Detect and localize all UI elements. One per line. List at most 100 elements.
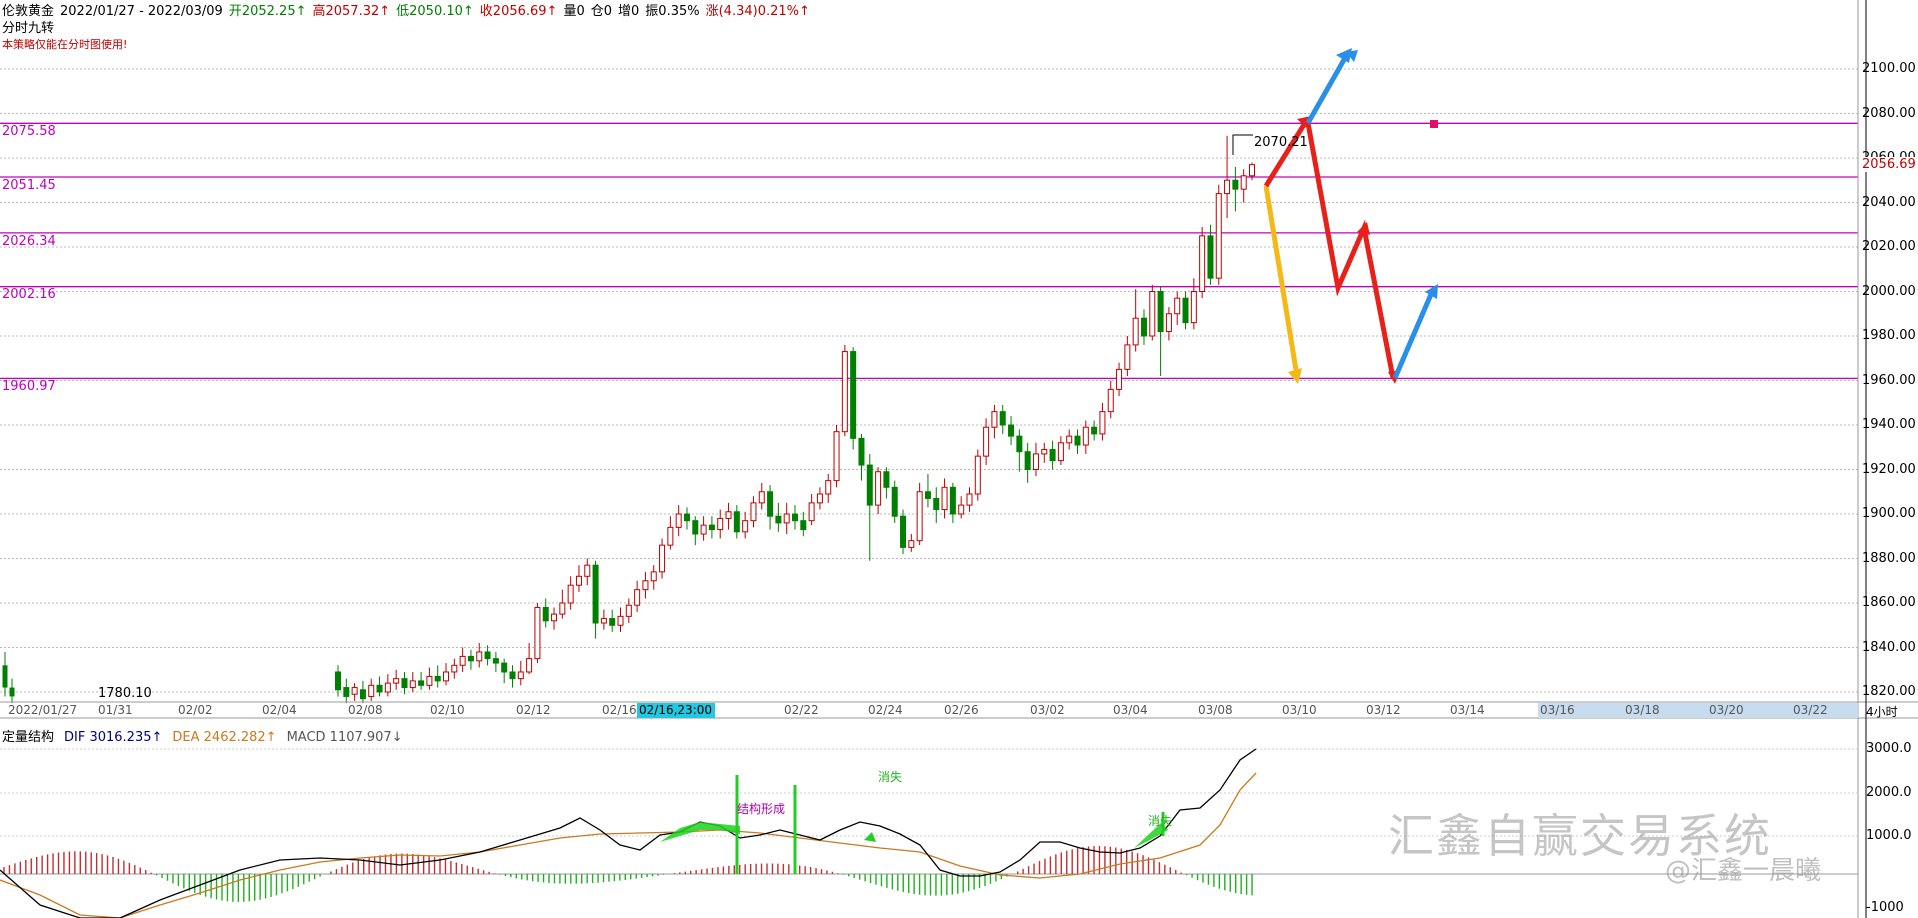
candle-body (725, 511, 732, 519)
candle-body (875, 471, 882, 506)
x-tick-label: 03/16 (1540, 703, 1575, 717)
x-tick-label: 03/20 (1709, 703, 1744, 717)
candle-body (517, 671, 524, 680)
candle-body (1049, 448, 1056, 462)
candle-body (600, 618, 607, 624)
candle-body (1157, 291, 1164, 333)
x-tick-label: 2022/01/27 (8, 703, 78, 717)
pink-marker (1430, 120, 1438, 128)
price-chart[interactable] (0, 0, 1918, 918)
yellow-arrowhead (1288, 368, 1302, 384)
candle-body (816, 493, 823, 504)
candle-body (924, 491, 931, 499)
candles (2, 135, 1255, 704)
candle-body (418, 680, 425, 686)
y-tick-label: 2020.00 (1862, 239, 1916, 254)
low-price-label: 1780.10 (98, 686, 152, 701)
x-tick-label: 02/16 (602, 703, 637, 717)
candle-body (850, 351, 857, 439)
candle-body (692, 520, 699, 535)
y-tick-label: 1940.00 (1862, 417, 1916, 432)
macd-y-3000: 3000.0 (1866, 741, 1912, 756)
candle-body (708, 524, 715, 531)
candle-body (534, 606, 541, 660)
y-tick-label: 2100.00 (1862, 61, 1916, 76)
macd-y-1000: 1000.0 (1866, 828, 1912, 843)
candle-body (949, 486, 956, 515)
candle-body (775, 515, 782, 524)
x-tick-label: 02/24 (868, 703, 903, 717)
candle-body (551, 613, 558, 622)
candle-body (1024, 451, 1031, 471)
x-tick-label: 02/08 (348, 703, 383, 717)
timeframe-label[interactable]: 4小时 (1866, 703, 1898, 720)
macd-title: 定量结构 (2, 730, 55, 745)
y-tick-label: 1900.00 (1862, 506, 1916, 521)
candle-body (742, 520, 749, 533)
candle-body (9, 687, 15, 697)
candle-body (467, 655, 474, 662)
candle-body (393, 678, 400, 684)
candle-body (841, 351, 848, 433)
candle-body (609, 618, 616, 626)
candle-body (335, 671, 341, 691)
dea-value: DEA 2462.282↑ (172, 730, 277, 745)
candle-body (1066, 435, 1073, 444)
candle-body (617, 615, 624, 626)
y-tick-label: 1980.00 (1862, 328, 1916, 343)
level-label-5: 1960.97 (2, 379, 56, 394)
x-tick-label: 03/08 (1198, 703, 1233, 717)
candle-body (1099, 411, 1106, 435)
candle-body (1032, 453, 1039, 470)
candle-body (825, 480, 832, 495)
candle-body (659, 544, 666, 573)
candle-body (584, 564, 591, 577)
candle-body (1124, 344, 1131, 370)
x-tick-label: 02/02 (178, 703, 213, 717)
candle-body (1016, 435, 1023, 453)
candle-body (900, 515, 907, 548)
candle-body (351, 687, 358, 695)
x-tick-label: 03/18 (1625, 703, 1660, 717)
candle-body (625, 604, 632, 617)
candle-body (1082, 426, 1089, 446)
candle-body (1008, 424, 1015, 437)
blue-arrow-top (1305, 56, 1348, 125)
structure-text: 结构形成 (737, 802, 786, 816)
candle-body (426, 675, 433, 686)
candle-body (916, 491, 923, 542)
candle-body (974, 455, 981, 495)
candle-body (451, 664, 458, 673)
y-tick-label: 2040.00 (1862, 194, 1916, 210)
candle-body (434, 675, 441, 682)
x-tick-label: 02/04 (262, 703, 297, 717)
candle-body (908, 540, 915, 548)
candle-body (700, 524, 707, 535)
x-tick-label: 03/04 (1113, 703, 1148, 717)
candle-body (1165, 313, 1172, 333)
candle-body (1140, 317, 1147, 337)
candle-body (1107, 388, 1114, 413)
y-tick-label: 1880.00 (1862, 550, 1916, 566)
candle-body (368, 684, 375, 697)
current-price-label: 2056.69 (1862, 157, 1916, 172)
candle-body (941, 486, 948, 511)
candle-body (767, 491, 774, 517)
x-tick-label: 03/22 (1793, 703, 1828, 717)
y-tick-label: 1860.00 (1862, 595, 1916, 610)
candle-body (459, 655, 466, 666)
candle-body (1224, 179, 1231, 195)
x-tick-label: 03/02 (1030, 703, 1065, 717)
candle-body (983, 426, 990, 457)
cursor-date-label: 02/16,23:00 (639, 703, 712, 717)
level-label-2: 2051.45 (2, 178, 56, 193)
dif-value: DIF 3016.235↑ (64, 730, 163, 745)
candle-body (650, 571, 657, 582)
candle-body (883, 471, 890, 488)
candle-body (376, 684, 383, 693)
y-tick-label: 1820.00 (1862, 684, 1916, 699)
candle-body (559, 602, 566, 615)
candle-body (1207, 235, 1214, 279)
x-tick-label: 02/26 (944, 703, 979, 717)
candle-body (509, 671, 516, 680)
